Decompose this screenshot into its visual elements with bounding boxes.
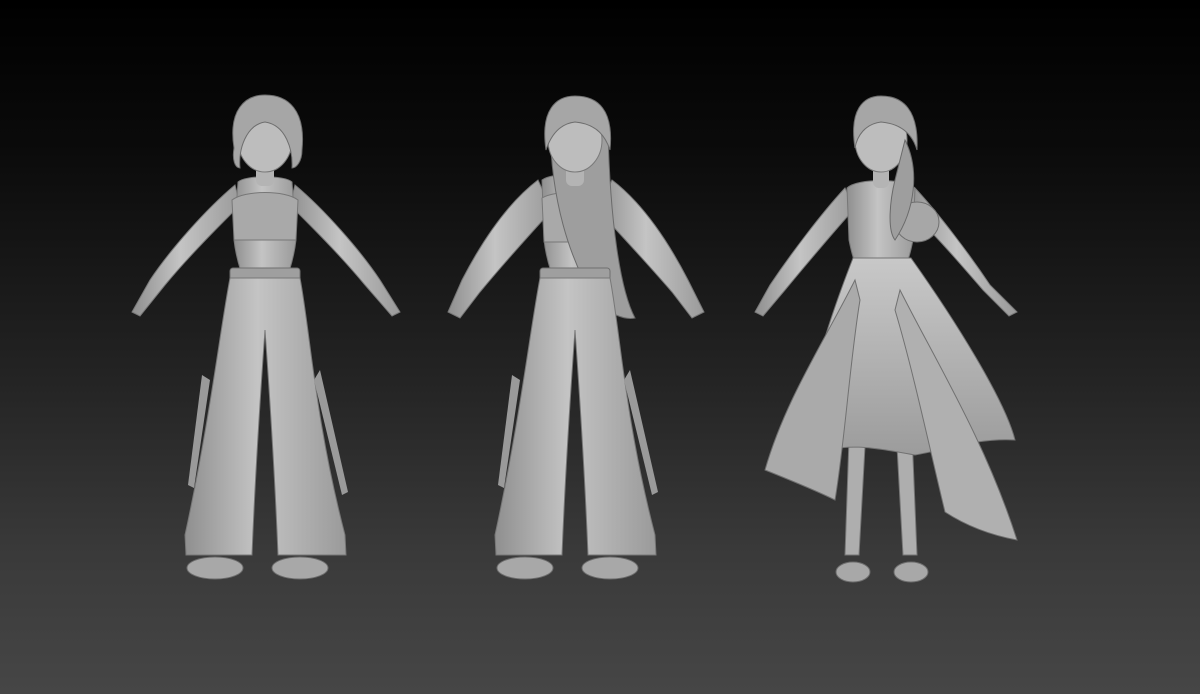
viewport-3d[interactable] — [0, 0, 1200, 694]
figure-3-sculpt — [754, 95, 1018, 583]
figure-ruffle-dress[interactable] — [735, 0, 1045, 694]
figure-crop-top-cargo[interactable] — [110, 0, 420, 694]
figure-1-sculpt — [131, 94, 401, 580]
figure-2-sculpt — [447, 95, 705, 580]
figure-jacket-cargo[interactable] — [420, 0, 730, 694]
